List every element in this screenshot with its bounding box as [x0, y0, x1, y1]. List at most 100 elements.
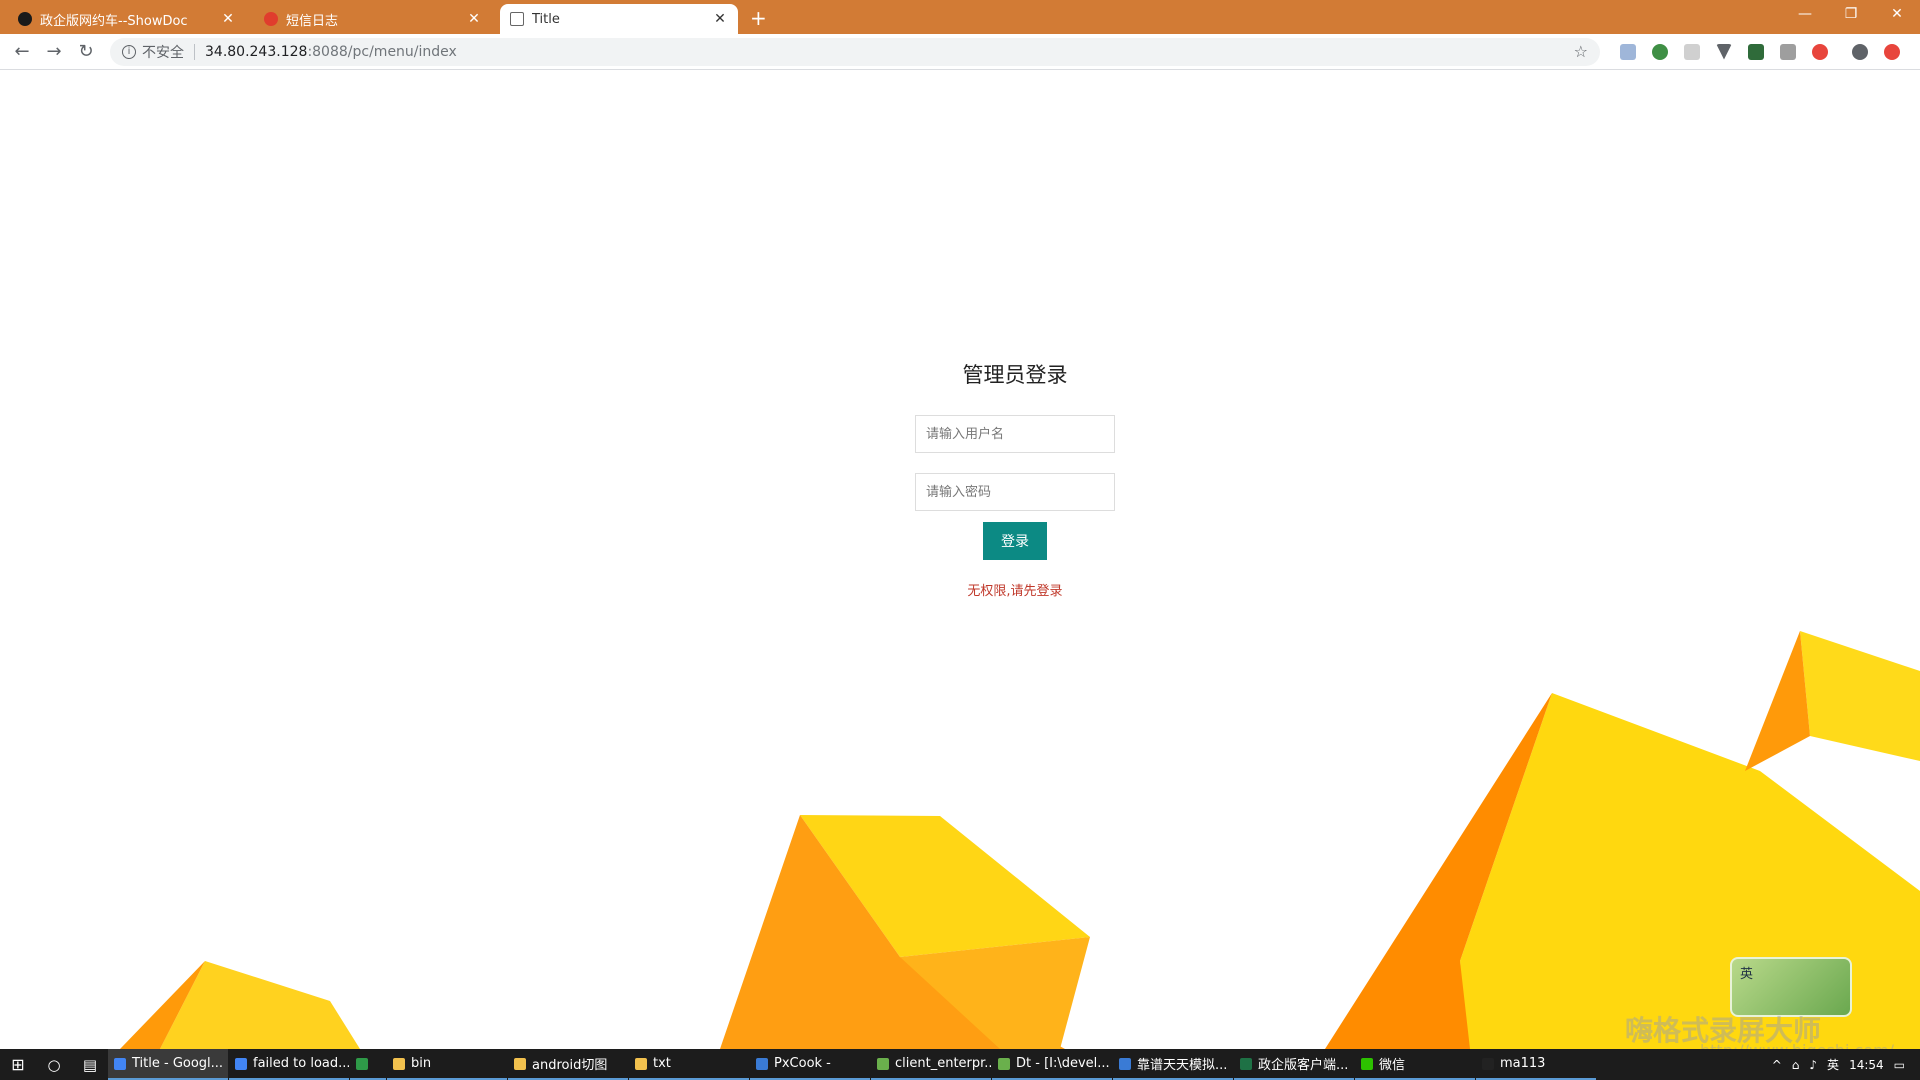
- app-icon: [235, 1057, 247, 1070]
- windows-start-icon[interactable]: ⊞: [0, 1055, 36, 1074]
- extension-icons: [1612, 43, 1908, 60]
- extension-icon[interactable]: [1812, 43, 1828, 60]
- sms-favicon-icon: [264, 12, 278, 26]
- extension-icon[interactable]: [1652, 43, 1668, 60]
- taskbar-item-label: bin: [411, 1056, 432, 1071]
- cortana-search-icon[interactable]: ○: [36, 1056, 72, 1074]
- extension-icon[interactable]: [1780, 43, 1796, 60]
- taskbar-item[interactable]: failed to load...: [229, 1049, 349, 1080]
- app-icon: [635, 1057, 647, 1070]
- tab-title[interactable]: Title ✕: [500, 4, 738, 34]
- taskbar-item[interactable]: [350, 1049, 386, 1080]
- taskbar-item[interactable]: 靠谱天天模拟...: [1113, 1049, 1233, 1080]
- showdoc-favicon-icon: [18, 12, 32, 26]
- taskbar-item-label: PxCook -: [774, 1056, 831, 1071]
- taskbar-item[interactable]: bin: [387, 1049, 507, 1080]
- tab-label: Title: [532, 11, 560, 27]
- bookmark-star-icon[interactable]: ☆: [1574, 42, 1588, 61]
- taskbar-item[interactable]: txt: [629, 1049, 749, 1080]
- taskbar-item[interactable]: android切图: [508, 1049, 628, 1080]
- tab-strip: 政企版网约车--ShowDoc ✕ 短信日志 ✕ Title ✕ + — ❐ ✕: [0, 0, 1920, 34]
- app-icon: [514, 1057, 526, 1070]
- tab-close-icon[interactable]: ✕: [712, 11, 728, 27]
- page-favicon-icon: [510, 12, 524, 26]
- tray-volume-icon[interactable]: ♪: [1809, 1058, 1817, 1072]
- browser-toolbar: ← → ↻ i 不安全 34.80.243.128 :8088/pc/menu/…: [0, 34, 1920, 70]
- taskbar-item[interactable]: Dt - [I:\devel...: [992, 1049, 1112, 1080]
- app-icon: [1119, 1057, 1131, 1070]
- taskbar-items: Title - Googl... failed to load... bin andr…: [108, 1049, 1597, 1080]
- login-form: 管理员登录 登录 无权限,请先登录: [915, 359, 1115, 599]
- login-button[interactable]: 登录: [983, 522, 1047, 560]
- tab-close-icon[interactable]: ✕: [220, 11, 236, 27]
- windows-taskbar: ⊞ ○ ▤ Title - Googl... failed to load... b…: [0, 1049, 1920, 1080]
- app-icon: [1240, 1057, 1252, 1070]
- taskbar-item[interactable]: ma113: [1476, 1049, 1596, 1080]
- taskbar-item-label: txt: [653, 1056, 671, 1071]
- reload-icon[interactable]: ↻: [70, 41, 102, 62]
- system-tray: ^ ⌂ ♪ 英 14:54 ▭: [1767, 1056, 1920, 1073]
- tab-close-icon[interactable]: ✕: [466, 11, 482, 27]
- address-bar[interactable]: i 不安全 34.80.243.128 :8088/pc/menu/index …: [110, 37, 1600, 66]
- url-host: 34.80.243.128: [205, 43, 308, 60]
- taskbar-item-label: Title - Googl...: [132, 1056, 224, 1071]
- notification-icon[interactable]: ▭: [1894, 1058, 1905, 1072]
- security-status: 不安全: [142, 44, 184, 61]
- app-icon: [756, 1057, 768, 1070]
- cube-shape: [160, 961, 360, 1049]
- taskbar-item[interactable]: Title - Googl...: [108, 1049, 228, 1080]
- password-input[interactable]: [915, 473, 1115, 511]
- new-tab-button[interactable]: +: [750, 4, 767, 34]
- taskbar-item[interactable]: 政企版客户端...: [1234, 1049, 1354, 1080]
- app-icon: [356, 1057, 368, 1070]
- extension-icon[interactable]: [1748, 43, 1764, 60]
- app-icon: [1482, 1057, 1494, 1070]
- tab-sms-log[interactable]: 短信日志 ✕: [254, 4, 492, 34]
- taskbar-item-label: failed to load...: [253, 1056, 349, 1071]
- url-path: :8088/pc/menu/index: [307, 43, 457, 60]
- taskbar-item[interactable]: PxCook -: [750, 1049, 870, 1080]
- update-icon[interactable]: [1884, 43, 1900, 60]
- page-content: 管理员登录 登录 无权限,请先登录 英 嗨格式录屏大师 http://www.h…: [0, 71, 1920, 1049]
- extension-icon[interactable]: [1620, 43, 1636, 60]
- cube-shape: [1800, 631, 1920, 761]
- taskbar-item-label: Dt - [I:\devel...: [1016, 1056, 1110, 1071]
- taskbar-item-label: 政企版客户端...: [1258, 1058, 1349, 1073]
- cube-shape: [1745, 631, 1810, 771]
- tab-label: 政企版网约车--ShowDoc: [40, 13, 188, 29]
- ime-floating-widget[interactable]: 英: [1730, 957, 1852, 1017]
- tray-clock[interactable]: 14:54: [1849, 1058, 1884, 1072]
- tab-label: 短信日志: [286, 13, 339, 29]
- app-icon: [393, 1057, 405, 1070]
- info-icon[interactable]: i: [122, 44, 136, 59]
- taskbar-item-label: 靠谱天天模拟...: [1137, 1058, 1228, 1073]
- divider: [194, 43, 195, 60]
- error-message: 无权限,请先登录: [967, 584, 1063, 599]
- extension-icon[interactable]: [1684, 43, 1700, 60]
- tray-network-icon[interactable]: ⌂: [1792, 1058, 1800, 1072]
- window-controls: — ❐ ✕: [1782, 0, 1920, 28]
- tab-showdoc[interactable]: 政企版网约车--ShowDoc ✕: [8, 4, 246, 34]
- ime-language-label: 英: [1740, 967, 1754, 982]
- extension-icon[interactable]: [1716, 43, 1732, 60]
- taskbar-item[interactable]: client_enterpr...: [871, 1049, 991, 1080]
- back-icon[interactable]: ←: [6, 41, 38, 62]
- forward-icon[interactable]: →: [38, 41, 70, 62]
- minimize-icon[interactable]: —: [1782, 0, 1828, 28]
- app-icon: [998, 1057, 1010, 1070]
- app-icon: [114, 1057, 126, 1070]
- taskbar-item-label: 微信: [1379, 1058, 1406, 1073]
- tray-ime[interactable]: 英: [1827, 1056, 1839, 1073]
- task-view-icon[interactable]: ▤: [72, 1056, 108, 1074]
- taskbar-item-label: ma113: [1500, 1056, 1546, 1071]
- page-title: 管理员登录: [962, 363, 1068, 387]
- restore-icon[interactable]: ❐: [1828, 0, 1874, 28]
- app-icon: [877, 1057, 889, 1070]
- taskbar-item[interactable]: 微信: [1355, 1049, 1475, 1080]
- username-input[interactable]: [915, 415, 1115, 453]
- profile-avatar-icon[interactable]: [1852, 43, 1868, 60]
- tray-chevron-icon[interactable]: ^: [1772, 1058, 1782, 1072]
- app-icon: [1361, 1057, 1373, 1070]
- taskbar-item-label: android切图: [532, 1058, 608, 1073]
- close-window-icon[interactable]: ✕: [1874, 0, 1920, 28]
